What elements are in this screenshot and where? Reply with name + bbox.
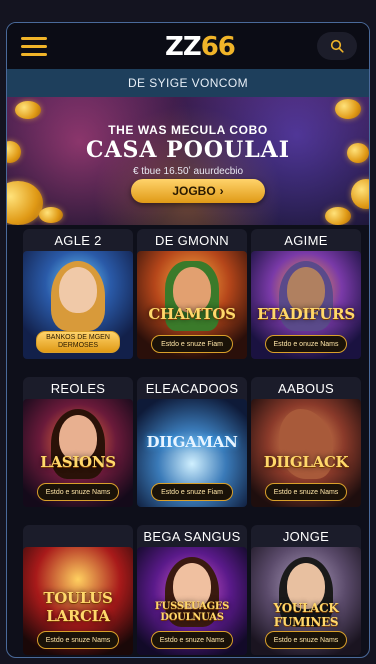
game-card-button[interactable]: Estdo e snuze Fiam xyxy=(151,483,233,501)
game-card[interactable]: TOULUS LARCIA Estdo e snuze Nams xyxy=(23,525,133,655)
game-title: REOLES xyxy=(50,380,106,396)
game-card-button[interactable]: Estdo e snuze Nams xyxy=(151,631,233,649)
game-logo-text: ETADIFURS xyxy=(257,305,355,323)
game-logo-text: DIIGLACK xyxy=(263,453,349,471)
game-logo-text: LASIONS xyxy=(40,453,116,471)
game-card[interactable]: JONGE YOULACK FUMINES Estdo e snuze Nams xyxy=(251,525,361,655)
game-thumbnail: CHAMTOS Estdo e snuze Fiam xyxy=(137,251,247,359)
game-card[interactable]: BEGA SANGUS FUSSEUAGES DOULNUAS Estdo e … xyxy=(137,525,247,655)
game-card-button[interactable]: Estdo e snuze Nams xyxy=(37,483,119,501)
game-card[interactable]: REOLES LASIONS Estdo e snuze Nams xyxy=(23,377,133,507)
character-face xyxy=(59,267,97,313)
game-title: DE GMONN xyxy=(155,232,229,248)
hamburger-menu-icon[interactable] xyxy=(21,37,47,57)
game-thumbnail: LASIONS Estdo e snuze Nams xyxy=(23,399,133,507)
hero-kicker: THE WAS MECULA COBO xyxy=(108,123,268,137)
game-thumbnail: DIIGLACK Estdo e snuze Nams xyxy=(251,399,361,507)
app-frame: ZZ66 DE SYIGE VONCOM THE WAS MECULA COBO… xyxy=(6,22,370,658)
game-title: AGLE 2 xyxy=(54,232,102,248)
game-card-button[interactable]: BANKOS DE MGEN DERMOSES xyxy=(36,331,120,353)
game-card[interactable]: ELEACADOOS DIIGAMAN Estdo e snuze Fiam xyxy=(137,377,247,507)
game-thumbnail: TOULUS LARCIA Estdo e snuze Nams xyxy=(23,547,133,655)
coin-decoration xyxy=(39,207,63,223)
game-thumbnail: DIIGAMAN Estdo e snuze Fiam xyxy=(137,399,247,507)
hero-button-label: JOGBO xyxy=(172,184,216,198)
search-icon xyxy=(330,39,344,53)
game-card-button[interactable]: Estdo e snuze Nams xyxy=(37,631,119,649)
hero-subtitle: € tbue 16.50ʼ auurdecbio xyxy=(132,166,244,177)
game-title: AGIME xyxy=(284,232,328,248)
game-card[interactable]: AGIME ETADIFURS Estdo e onuze Nams xyxy=(251,229,361,359)
game-logo-text: FUSSEUAGES DOULNUAS xyxy=(154,601,230,623)
game-thumbnail: BANKOS DE MGEN DERMOSES xyxy=(23,251,133,359)
coin-decoration xyxy=(325,207,351,225)
game-card[interactable]: AABOUS DIIGLACK Estdo e snuze Nams xyxy=(251,377,361,507)
game-title: BEGA SANGUS xyxy=(143,528,241,544)
game-title: AABOUS xyxy=(278,380,334,396)
logo-number: 66 xyxy=(200,32,236,62)
hero-banner: THE WAS MECULA COBO CASA POOULAI € tbue … xyxy=(7,97,369,225)
game-card[interactable]: DE GMONN CHAMTOS Estdo e snuze Fiam xyxy=(137,229,247,359)
game-thumbnail: YOULACK FUMINES Estdo e snuze Nams xyxy=(251,547,361,655)
game-title: ELEACADOOS xyxy=(145,380,239,396)
game-logo-text: CHAMTOS xyxy=(148,305,236,323)
subtitle-text: DE SYIGE VONCOM xyxy=(127,76,249,90)
coin-decoration xyxy=(351,179,369,209)
game-card-button[interactable]: Estdo e snuze Nams xyxy=(265,631,347,649)
game-card-button[interactable]: Estdo e snuze Nams xyxy=(265,483,347,501)
game-thumbnail: ETADIFURS Estdo e onuze Nams xyxy=(251,251,361,359)
logo-prefix: ZZ xyxy=(165,32,202,62)
coin-decoration xyxy=(335,99,361,119)
game-logo-text: YOULACK FUMINES xyxy=(273,601,339,629)
coin-decoration xyxy=(7,181,43,225)
game-card-button[interactable]: Estdo e onuze Nams xyxy=(265,335,347,353)
game-title: JONGE xyxy=(282,528,330,544)
game-card[interactable]: AGLE 2 BANKOS DE MGEN DERMOSES xyxy=(23,229,133,359)
game-title xyxy=(23,525,133,547)
hero-title: CASA POOULAI xyxy=(85,137,291,163)
game-card-button[interactable]: Estdo e snuze Fiam xyxy=(151,335,233,353)
top-header: ZZ66 xyxy=(7,23,369,69)
game-logo-text: DIIGAMAN xyxy=(146,433,238,451)
game-thumbnail: FUSSEUAGES DOULNUAS Estdo e snuze Nams xyxy=(137,547,247,655)
search-button[interactable] xyxy=(317,32,357,60)
hero-play-button[interactable]: JOGBO › xyxy=(131,179,265,203)
section-subtitle-bar: DE SYIGE VONCOM xyxy=(7,69,369,97)
game-logo-text: TOULUS LARCIA xyxy=(43,589,113,625)
chevron-right-icon: › xyxy=(219,184,224,198)
brand-logo[interactable]: ZZ66 xyxy=(165,32,236,62)
coin-decoration xyxy=(15,101,41,119)
